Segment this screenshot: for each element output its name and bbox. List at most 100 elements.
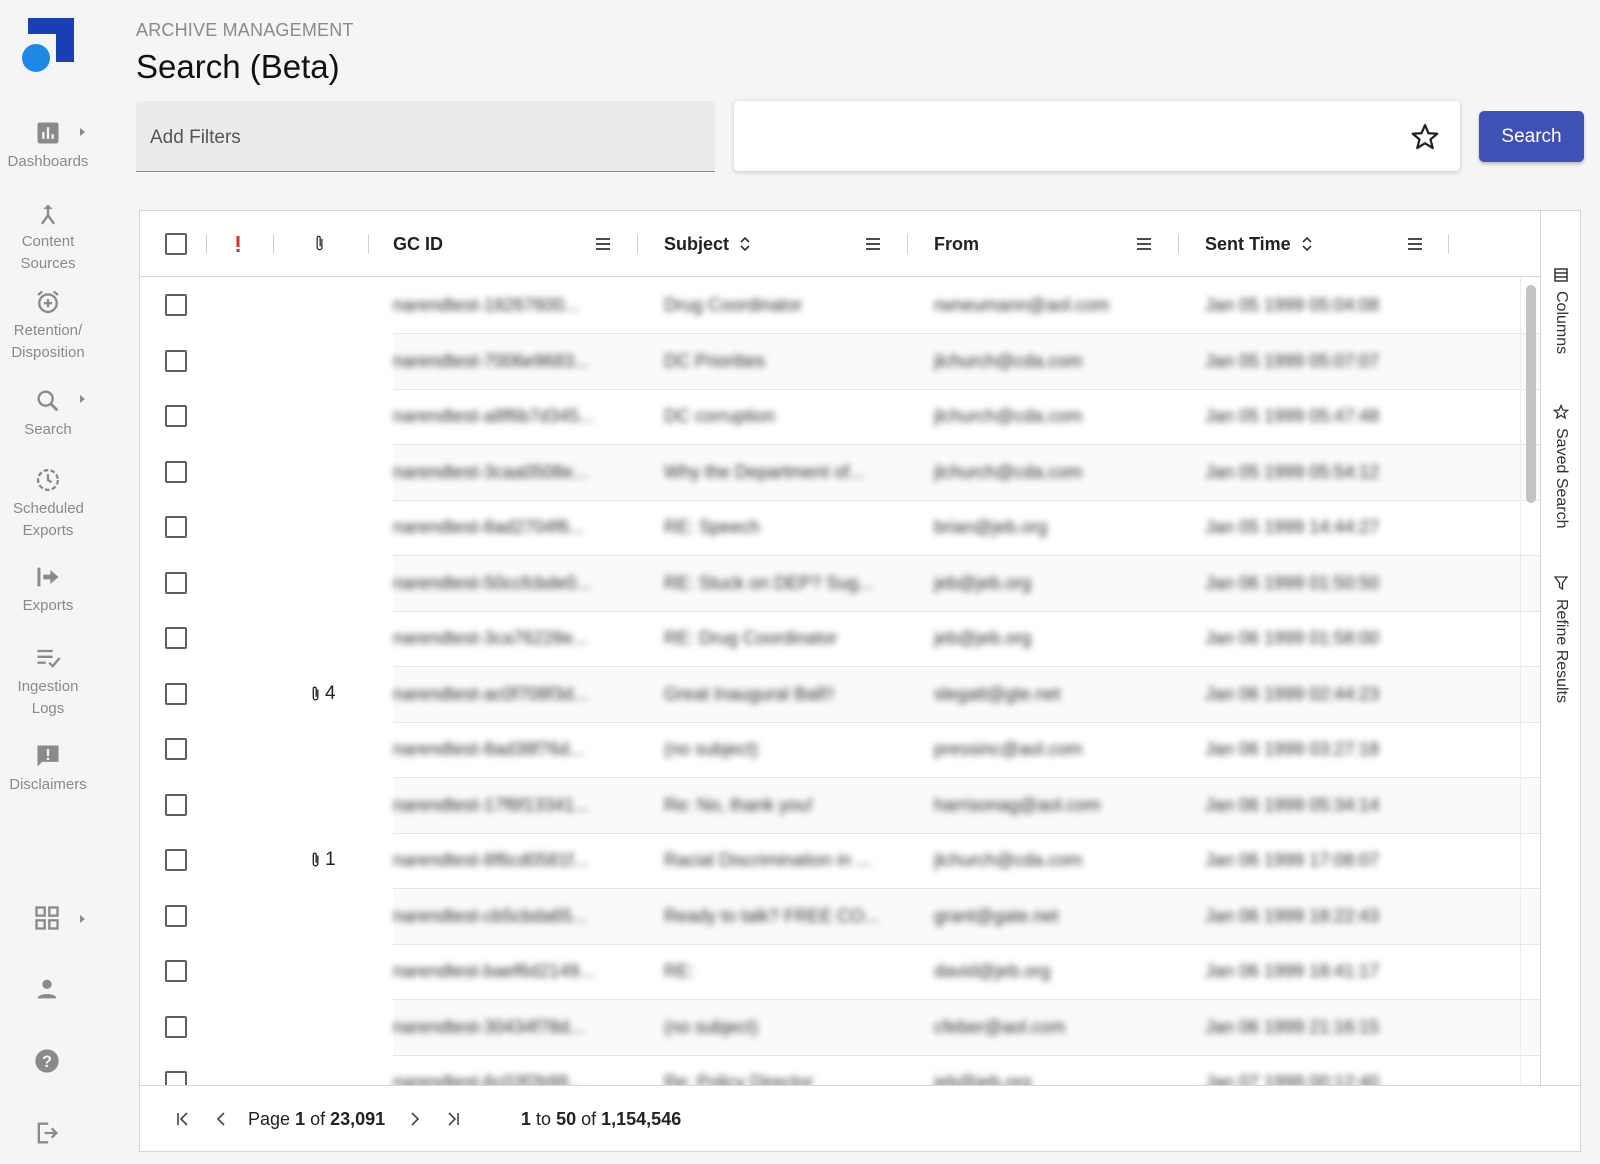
- cell-sent-time[interactable]: Jan 05 1999 05:47:48: [1205, 406, 1410, 427]
- cell-gcid[interactable]: narendtest-8ad38f76d...: [393, 739, 618, 760]
- cell-gcid[interactable]: narendtest-6c03f2b99...: [393, 1072, 618, 1085]
- cell-sent-time[interactable]: Jan 05 1999 05:04:08: [1205, 295, 1410, 316]
- cell-sent-time[interactable]: Jan 06 1999 03:27:18: [1205, 739, 1410, 760]
- row-checkbox[interactable]: [165, 460, 187, 483]
- row-checkbox[interactable]: [165, 516, 187, 538]
- sidebar-item-retention[interactable]: Retention/ Disposition: [0, 288, 96, 364]
- cell-subject[interactable]: Re: Policy Director: [664, 1072, 889, 1085]
- cell-from[interactable]: jeb@jeb.org: [934, 628, 1159, 649]
- column-menu-icon[interactable]: [1406, 235, 1424, 253]
- cell-subject[interactable]: RE: Drug Coordinator: [664, 628, 889, 649]
- sidebar-item-disclaimers[interactable]: Disclaimers: [0, 742, 96, 796]
- cell-gcid[interactable]: narendtest-8f6cd0581f...: [393, 850, 618, 871]
- sidebar-item-exports[interactable]: Exports: [0, 563, 96, 617]
- cell-from[interactable]: pressinc@aol.com: [934, 739, 1159, 760]
- scrollbar-thumb[interactable]: [1526, 285, 1536, 503]
- cell-gcid[interactable]: narendtest-17f6f13341...: [393, 795, 618, 816]
- cell-gcid[interactable]: narendtest-8ad2704f6...: [393, 517, 618, 538]
- cell-sent-time[interactable]: Jan 06 1999 17:08:07: [1205, 850, 1410, 871]
- table-row[interactable]: narendtest-6c03f2b99... Re: Policy Direct…: [140, 1055, 1540, 1085]
- table-row[interactable]: narendtest-3caa0508e... Why the Departmen…: [140, 444, 1540, 501]
- cell-from[interactable]: slegatt@gte.net: [934, 684, 1159, 705]
- cell-sent-time[interactable]: Jan 05 1999 14:44:27: [1205, 517, 1410, 538]
- row-checkbox[interactable]: [165, 571, 187, 594]
- cell-subject[interactable]: Re: No, thank you!: [664, 795, 889, 816]
- column-menu-icon[interactable]: [594, 235, 612, 253]
- row-checkbox[interactable]: [165, 627, 187, 649]
- cell-from[interactable]: jlchurch@cda.com: [934, 850, 1159, 871]
- vertical-scrollbar[interactable]: [1520, 277, 1540, 1085]
- row-checkbox[interactable]: [165, 1015, 187, 1038]
- first-page-icon[interactable]: [172, 1108, 194, 1130]
- cell-from[interactable]: brian@jeb.org: [934, 517, 1159, 538]
- cell-from[interactable]: jeb@jeb.org: [934, 1072, 1159, 1085]
- table-row[interactable]: narendtest-a8f6b7d345... DC corruption jlc…: [140, 389, 1540, 445]
- cell-subject[interactable]: RE: Stuck on DEP? Sug...: [664, 573, 889, 594]
- cell-sent-time[interactable]: Jan 05 1999 05:07:07: [1205, 351, 1410, 372]
- caret-right-icon[interactable]: [77, 127, 87, 137]
- row-checkbox[interactable]: [165, 849, 187, 871]
- select-all-checkbox[interactable]: [165, 233, 187, 255]
- column-header-sent-time[interactable]: Sent Time: [1205, 211, 1313, 277]
- cell-from[interactable]: jlchurch@cda.com: [934, 351, 1159, 372]
- caret-right-icon[interactable]: [77, 914, 87, 924]
- table-row[interactable]: narendtest-30434f78d... (no subject) cfebe…: [140, 999, 1540, 1056]
- row-checkbox[interactable]: [165, 793, 187, 816]
- help-icon[interactable]: ?: [33, 1047, 61, 1075]
- cell-subject[interactable]: DC corruption: [664, 406, 889, 427]
- tab-refine-results[interactable]: Refine Results: [1550, 575, 1572, 703]
- cell-from[interactable]: david@jeb.org: [934, 961, 1159, 982]
- cell-subject[interactable]: RE: Speech: [664, 517, 889, 538]
- cell-subject[interactable]: RE:: [664, 961, 889, 982]
- table-row[interactable]: narendtest-baef6d2149... RE: david@jeb.org…: [140, 944, 1540, 1000]
- next-page-icon[interactable]: [404, 1108, 426, 1130]
- cell-from[interactable]: jlchurch@cda.com: [934, 406, 1159, 427]
- cell-sent-time[interactable]: Jan 06 1999 05:34:14: [1205, 795, 1410, 816]
- row-checkbox[interactable]: [165, 294, 187, 316]
- search-query-input[interactable]: [734, 101, 1460, 171]
- attachment-icon[interactable]: [315, 234, 325, 253]
- cell-sent-time[interactable]: Jan 06 1999 01:50:50: [1205, 573, 1410, 594]
- sort-icon[interactable]: [739, 236, 751, 252]
- cell-gcid[interactable]: narendtest-cb5cbda65...: [393, 906, 618, 927]
- apps-grid-icon[interactable]: [33, 904, 61, 932]
- row-checkbox[interactable]: [165, 960, 187, 982]
- cell-sent-time[interactable]: Jan 06 1999 21:16:15: [1205, 1017, 1410, 1038]
- star-icon[interactable]: [1410, 122, 1440, 152]
- column-header-from[interactable]: From: [934, 211, 979, 277]
- table-row[interactable]: narendtest-3ca76228e... RE: Drug Coordina…: [140, 611, 1540, 667]
- cell-subject[interactable]: DC Priorities: [664, 351, 889, 372]
- cell-subject[interactable]: Great Inaugural Ball!!: [664, 684, 889, 705]
- cell-sent-time[interactable]: Jan 06 1999 18:22:43: [1205, 906, 1410, 927]
- cell-sent-time[interactable]: Jan 07 1999 00:12:40: [1205, 1072, 1410, 1085]
- search-button[interactable]: Search: [1479, 111, 1584, 162]
- cell-gcid[interactable]: narendtest-a8f6b7d345...: [393, 406, 618, 427]
- row-checkbox[interactable]: [165, 682, 187, 705]
- cell-sent-time[interactable]: Jan 06 1999 18:41:17: [1205, 961, 1410, 982]
- column-menu-icon[interactable]: [1135, 235, 1153, 253]
- cell-gcid[interactable]: narendtest-30434f78d...: [393, 1017, 618, 1038]
- cell-sent-time[interactable]: Jan 06 1999 01:58:00: [1205, 628, 1410, 649]
- cell-subject[interactable]: (no subject): [664, 1017, 889, 1038]
- table-row[interactable]: narendtest-18267600... Drug Coordinator rw…: [140, 278, 1540, 334]
- cell-subject[interactable]: (no subject): [664, 739, 889, 760]
- cell-gcid[interactable]: narendtest-ac0f708f3d...: [393, 684, 618, 705]
- table-row[interactable]: narendtest-8ad38f76d... (no subject) press…: [140, 722, 1540, 778]
- cell-from[interactable]: cfeber@aol.com: [934, 1017, 1159, 1038]
- cell-sent-time[interactable]: Jan 06 1999 02:44:23: [1205, 684, 1410, 705]
- caret-right-icon[interactable]: [77, 394, 87, 404]
- cell-subject[interactable]: Ready to talk? FREE CO...: [664, 906, 889, 927]
- person-icon[interactable]: [33, 975, 61, 1003]
- row-checkbox[interactable]: [165, 405, 187, 427]
- cell-gcid[interactable]: narendtest-3ca76228e...: [393, 628, 618, 649]
- cell-from[interactable]: harrisonag@aol.com: [934, 795, 1159, 816]
- table-row[interactable]: narendtest-50ccfcbde0... RE: Stuck on DEP…: [140, 555, 1540, 612]
- table-row[interactable]: 1 narendtest-8f6cd0581f... Racial Discrimi…: [140, 833, 1540, 889]
- cell-subject[interactable]: Racial Discrimination in ...: [664, 850, 889, 871]
- table-row[interactable]: narendtest-17f6f13341... Re: No, thank yo…: [140, 777, 1540, 834]
- archive-logo[interactable]: [20, 18, 74, 74]
- cell-from[interactable]: grant@gate.net: [934, 906, 1159, 927]
- sidebar-item-ingestion-logs[interactable]: Ingestion Logs: [0, 644, 96, 720]
- cell-gcid[interactable]: narendtest-7006e9683...: [393, 351, 618, 372]
- row-checkbox[interactable]: [165, 738, 187, 760]
